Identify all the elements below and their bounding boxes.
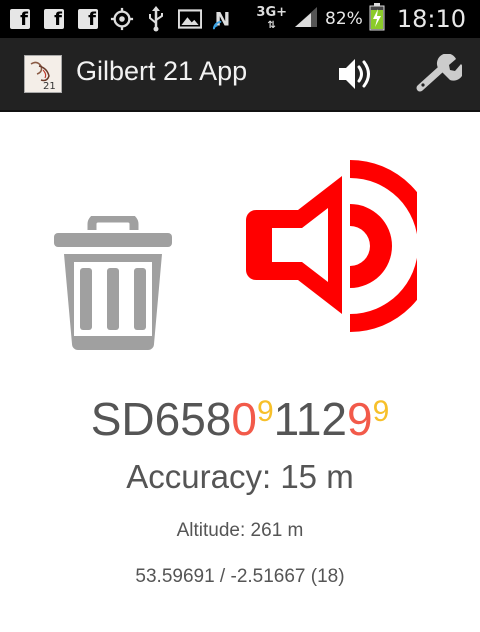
grid-reference: SD6580911299 (0, 392, 480, 446)
speak-button[interactable] (242, 160, 436, 332)
speaker-icon (246, 160, 436, 332)
grid-digit-red: 0 (231, 393, 257, 445)
clear-button[interactable] (52, 213, 174, 352)
grid-digit-yellow: 9 (372, 395, 390, 428)
battery-percent: 82% (325, 9, 363, 29)
trash-icon (54, 213, 172, 350)
grid-prefix: SD658 (90, 393, 232, 445)
svg-text:N: N (215, 9, 230, 30)
app-title: Gilbert 21 App (76, 56, 248, 86)
grid-digit-yellow: 9 (256, 395, 274, 428)
clock: 18:10 (396, 5, 466, 33)
battery-charging-icon (369, 3, 385, 35)
grid-digit-red: 9 (347, 393, 373, 445)
accuracy-text: Accuracy: 15 m (126, 458, 354, 495)
facebook-icon: f (42, 7, 66, 31)
system-status: 3G+ ⇅ 82% 18:10 (256, 3, 466, 35)
signal-icon (293, 5, 319, 33)
gps-icon (110, 7, 134, 31)
facebook-icon: f (76, 7, 100, 31)
speaker-icon (339, 59, 370, 89)
notification-area: f f f N (8, 5, 236, 33)
app-logo-text: 21 (43, 81, 56, 92)
status-bar: f f f N 3G+ ⇅ 82% 18:10 (0, 0, 480, 38)
nfc-icon: N (212, 7, 236, 31)
app-logo[interactable]: 21 (24, 55, 62, 93)
network-type: 3G+ ⇅ (256, 4, 288, 31)
settings-button[interactable] (414, 53, 464, 94)
coordinates-text: 53.59691 / -2.51667 (18) (135, 566, 345, 587)
wrench-icon (416, 53, 464, 92)
sound-toggle-button[interactable] (336, 56, 374, 92)
facebook-icon: f (8, 7, 32, 31)
image-icon (178, 7, 202, 31)
altitude-text: Altitude: 261 m (176, 520, 304, 541)
action-bar: 21 Gilbert 21 App (0, 38, 480, 112)
usb-icon (144, 6, 168, 32)
grid-northing: 112 (273, 393, 347, 445)
